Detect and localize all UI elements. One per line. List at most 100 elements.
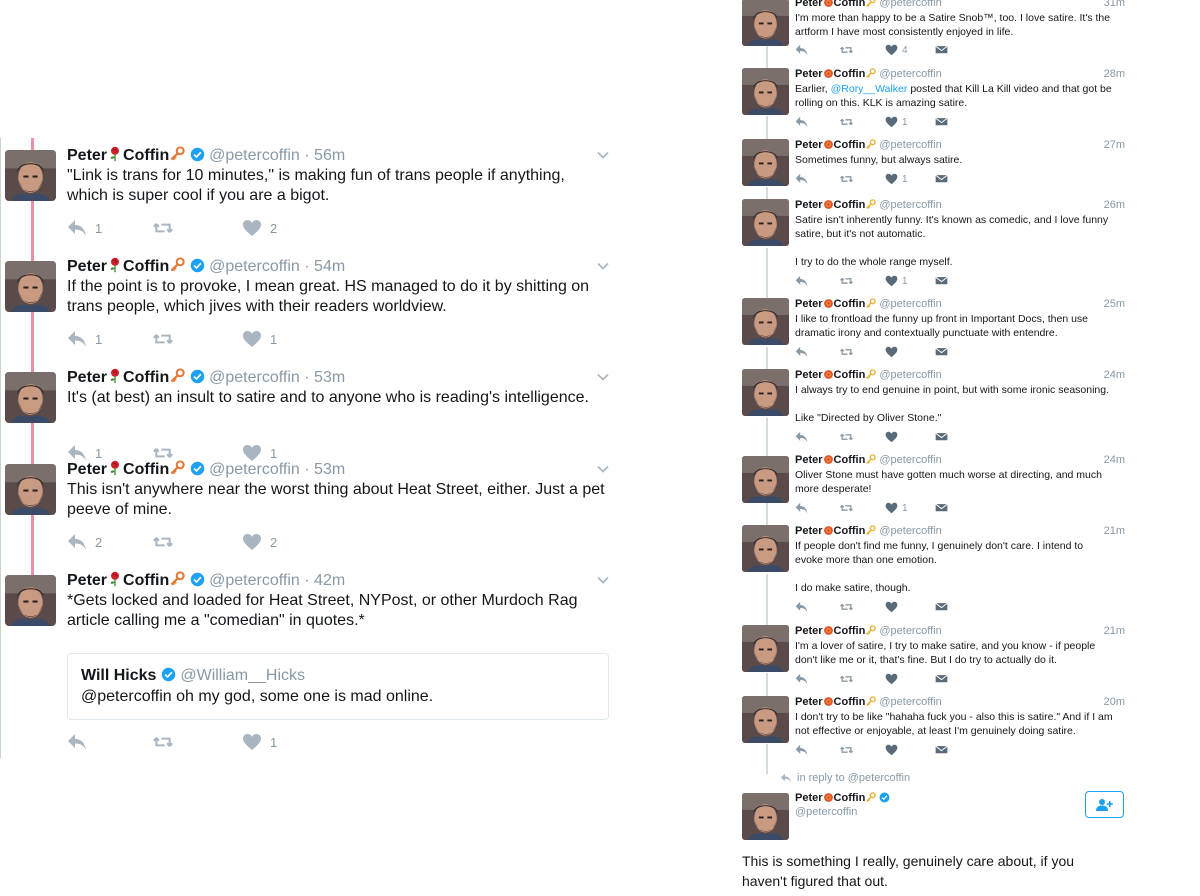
like-button[interactable] [885, 744, 902, 756]
username[interactable]: @petercoffin [209, 369, 300, 386]
display-name[interactable]: Peter Coffin [795, 369, 877, 381]
timestamp[interactable]: 27m [1083, 139, 1125, 151]
tweet[interactable]: Peter Coffin @petercoffin · 54m If the poi… [1, 249, 621, 360]
username[interactable]: @petercoffin [879, 68, 941, 80]
timestamp[interactable]: 21m [1083, 525, 1125, 537]
display-name[interactable]: Peter Coffin [67, 460, 185, 478]
retweet-button[interactable] [840, 744, 853, 756]
direct-message-button[interactable] [935, 744, 948, 756]
retweet-button[interactable] [840, 275, 853, 287]
username[interactable]: @petercoffin [209, 572, 300, 589]
direct-message-button[interactable] [935, 431, 948, 443]
retweet-button[interactable] [840, 346, 853, 358]
like-button[interactable]: 4 [885, 44, 908, 56]
reply-button[interactable] [795, 173, 808, 185]
like-button[interactable] [885, 673, 902, 685]
direct-message-button[interactable] [935, 116, 948, 128]
timestamp[interactable]: 24m [1083, 454, 1125, 466]
avatar[interactable] [5, 464, 56, 515]
username[interactable]: @petercoffin [879, 696, 941, 708]
username[interactable]: @petercoffin [879, 199, 941, 211]
username[interactable]: @petercoffin [879, 0, 941, 9]
timestamp[interactable]: · 56m [304, 147, 345, 164]
like-button[interactable] [885, 431, 902, 443]
retweet-button[interactable] [153, 533, 181, 551]
quoted-username[interactable]: @William__Hicks [180, 667, 305, 684]
avatar[interactable] [742, 139, 789, 186]
like-button[interactable]: 1 [242, 733, 277, 751]
avatar[interactable] [742, 625, 789, 672]
reply-button[interactable] [795, 431, 808, 443]
display-name[interactable]: Peter Coffin [795, 199, 877, 211]
display-name[interactable]: Peter Coffin [67, 257, 185, 275]
like-button[interactable]: 1 [242, 330, 277, 348]
reply-button[interactable] [795, 116, 808, 128]
follow-button[interactable] [1085, 791, 1124, 818]
chevron-down-icon[interactable] [596, 259, 610, 273]
timestamp[interactable]: 28m [1083, 68, 1125, 80]
like-button[interactable]: 2 [242, 533, 277, 551]
chevron-down-icon[interactable] [596, 462, 610, 476]
like-button[interactable] [885, 346, 902, 358]
username[interactable]: @petercoffin [209, 258, 300, 275]
direct-message-button[interactable] [935, 275, 948, 287]
retweet-button[interactable] [153, 330, 181, 348]
username[interactable]: @petercoffin [879, 625, 941, 637]
avatar[interactable] [5, 261, 56, 312]
retweet-button[interactable] [840, 173, 853, 185]
tweet[interactable]: Peter Coffin @petercoffin 26m Satire isn't … [728, 199, 1138, 294]
timestamp[interactable]: 31m [1083, 0, 1125, 9]
avatar[interactable] [742, 298, 789, 345]
timestamp[interactable]: 24m [1083, 369, 1125, 381]
display-name[interactable]: Peter Coffin [67, 146, 185, 164]
timestamp[interactable]: · 42m [304, 572, 345, 589]
like-button[interactable]: 1 [885, 173, 908, 185]
direct-message-button[interactable] [935, 173, 948, 185]
retweet-button[interactable] [153, 219, 181, 237]
display-name[interactable]: Peter Coffin [795, 0, 877, 9]
retweet-button[interactable] [153, 733, 181, 751]
reply-button[interactable] [795, 744, 808, 756]
tweet[interactable]: Peter Coffin @petercoffin 20m I don't try t… [728, 696, 1138, 762]
display-name[interactable]: Peter Coffin [795, 454, 877, 466]
chevron-down-icon[interactable] [596, 148, 610, 162]
avatar[interactable] [742, 68, 789, 115]
like-button[interactable]: 1 [885, 116, 908, 128]
direct-message-button[interactable] [935, 346, 948, 358]
like-button[interactable] [885, 601, 902, 613]
like-button[interactable]: 1 [885, 502, 908, 514]
direct-message-button[interactable] [935, 502, 948, 514]
avatar[interactable] [742, 793, 789, 840]
reply-button[interactable] [795, 502, 808, 514]
retweet-button[interactable] [840, 431, 853, 443]
display-name[interactable]: Peter Coffin [795, 298, 877, 310]
retweet-button[interactable] [840, 502, 853, 514]
reply-button[interactable] [795, 601, 808, 613]
tweet[interactable]: Peter Coffin @petercoffin 27m Sometimes fun… [728, 139, 1138, 195]
like-button[interactable]: 2 [242, 219, 277, 237]
avatar[interactable] [5, 575, 56, 626]
username[interactable]: @petercoffin [209, 461, 300, 478]
tweet[interactable]: Peter Coffin @petercoffin 24m I always try … [728, 369, 1138, 449]
timestamp[interactable]: 25m [1083, 298, 1125, 310]
chevron-down-icon[interactable] [596, 370, 610, 384]
direct-message-button[interactable] [935, 673, 948, 685]
username[interactable]: @petercoffin [879, 298, 941, 310]
reply-button[interactable] [795, 275, 808, 287]
reply-button[interactable] [795, 44, 808, 56]
avatar[interactable] [5, 372, 56, 423]
reply-button[interactable] [795, 673, 808, 685]
display-name[interactable]: Peter Coffin [795, 696, 877, 708]
in-reply-to[interactable]: in reply to @petercoffin [780, 772, 910, 784]
tweet[interactable]: Peter Coffin @petercoffin 24m Oliver Stone … [728, 454, 1138, 520]
reply-button[interactable]: 1 [67, 219, 102, 237]
display-name[interactable]: Peter Coffin [795, 625, 877, 637]
avatar[interactable] [742, 456, 789, 503]
username[interactable]: @petercoffin [209, 147, 300, 164]
retweet-button[interactable] [840, 44, 853, 56]
mention-link[interactable]: @Rory__Walker [831, 83, 908, 95]
avatar[interactable] [742, 369, 789, 416]
timestamp[interactable]: 21m [1083, 625, 1125, 637]
tweet[interactable]: Peter Coffin @petercoffin · 56m "Link is t… [1, 138, 621, 249]
quoted-display-name[interactable]: Will Hicks [81, 667, 156, 684]
